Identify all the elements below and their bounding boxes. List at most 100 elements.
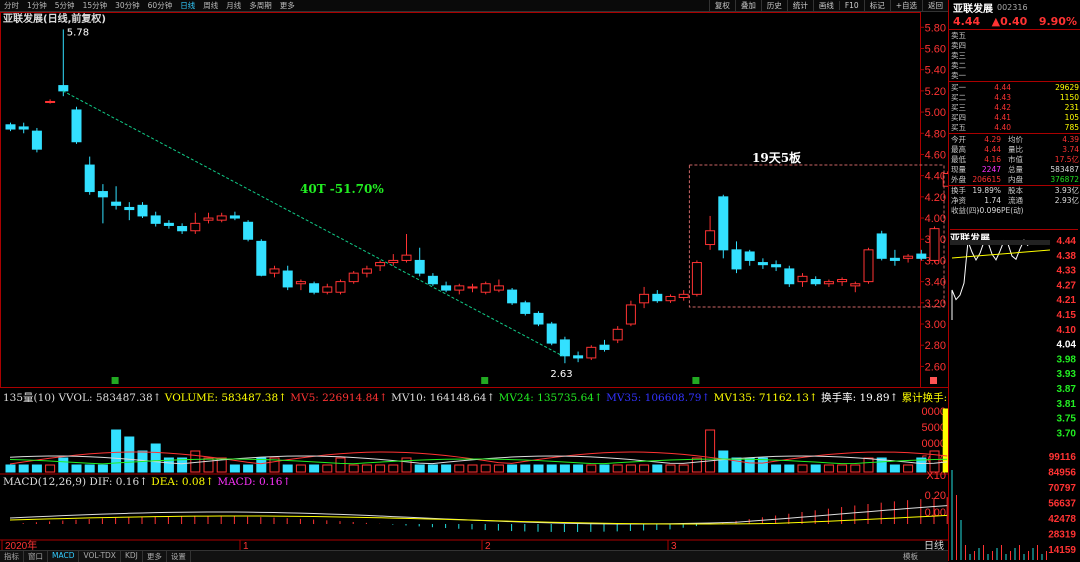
candle	[309, 283, 320, 293]
bid-price: 4.41	[994, 112, 1011, 122]
timeframe-tab[interactable]: 多周期	[245, 0, 276, 11]
mini-price-level: 4.04	[1057, 340, 1077, 351]
candle	[269, 268, 280, 274]
fund-value: 19.89%	[972, 186, 1001, 196]
candle	[507, 289, 518, 304]
volume-bar	[520, 464, 531, 473]
volume-bar	[467, 464, 478, 473]
event-marker[interactable]	[692, 377, 700, 384]
timeframe-tabs: 分时 1分钟 5分钟 15分钟 30分钟 60分钟 日线 周线 月线 多周期 更多	[0, 0, 299, 11]
timeframe-tab[interactable]: 5分钟	[51, 0, 79, 11]
ask-label: 卖一	[951, 70, 966, 80]
stock-code: 002316	[997, 3, 1028, 12]
toolbar-button[interactable]: +自选	[889, 0, 922, 11]
volume-bar	[784, 464, 795, 473]
candle	[322, 286, 333, 293]
candle	[559, 339, 570, 357]
fund-label: 收益(四)	[951, 205, 980, 215]
volume-tick-label: 0000	[922, 406, 946, 418]
candle	[282, 270, 293, 288]
kline-chart[interactable]: 5.805.605.405.205.004.804.604.404.204.00…	[0, 12, 948, 550]
macd-legend: MACD(12,26,9) DIF: 0.16↑ DEA: 0.08↑ MACD…	[3, 476, 291, 488]
timeframe-tab[interactable]: 15分钟	[79, 0, 112, 11]
toolbar-button[interactable]: 统计	[786, 0, 813, 11]
mini-price-level: 3.98	[1057, 354, 1077, 365]
price-tick-label: 2.80	[925, 340, 946, 352]
mini-volume-level: 14159	[1048, 545, 1076, 556]
toolbar-button[interactable]: 历史	[760, 0, 787, 11]
candle	[375, 262, 386, 267]
bid-volume: 105	[1064, 112, 1079, 122]
toolbar-button[interactable]: 返回	[922, 0, 948, 11]
candle	[731, 249, 742, 270]
indicator-tab[interactable]: 设置	[167, 551, 191, 562]
timeframe-tab[interactable]: 月线	[222, 0, 245, 11]
volume-bar	[559, 464, 570, 473]
timeframe-tab[interactable]: 60分钟	[144, 0, 177, 11]
template-button[interactable]: 模板	[903, 551, 918, 562]
candle	[256, 240, 267, 276]
candle	[665, 295, 676, 302]
indicator-tab[interactable]: 窗口	[24, 551, 48, 562]
candle	[797, 275, 808, 283]
price-pane-border	[0, 12, 921, 388]
event-marker[interactable]	[481, 377, 489, 384]
candle	[863, 249, 874, 283]
bid-row: 买五 4.40 785	[949, 122, 1080, 132]
volume-bar	[823, 464, 834, 473]
candle	[916, 253, 927, 259]
timeframe-tab[interactable]: 分时	[0, 0, 23, 11]
volume-bar	[625, 464, 636, 473]
toolbar-button[interactable]: 画线	[812, 0, 839, 11]
toolbar-button[interactable]: F10	[838, 1, 864, 10]
candle	[58, 85, 69, 92]
event-marker[interactable]	[930, 377, 937, 384]
timeframe-tab[interactable]: 更多	[276, 0, 299, 11]
mini-volume-level: 99116	[1049, 452, 1077, 463]
bid-price: 4.42	[994, 102, 1011, 112]
toolbar-button[interactable]: 复权	[708, 0, 735, 11]
timeframe-tab[interactable]: 1分钟	[23, 0, 51, 11]
mini-price-level: 3.81	[1057, 399, 1077, 410]
candle	[427, 275, 438, 285]
timeframe-tab[interactable]: 30分钟	[111, 0, 144, 11]
candle	[889, 257, 900, 261]
indicator-tab[interactable]: MACD	[48, 551, 80, 562]
mini-price-level: 4.33	[1057, 266, 1077, 277]
bid-label: 买五	[951, 122, 966, 132]
candle	[137, 204, 148, 217]
volume-bar	[309, 464, 320, 473]
indicator-tab[interactable]: VOL-TDX	[79, 551, 121, 562]
candle	[705, 230, 716, 246]
stats-block: 今开 4.29 均价 4.39 最高 4.44 量比 3.74 最低 4.16 市值 17.5亿 现量 2…	[949, 134, 1080, 186]
month-label: 1	[243, 541, 249, 550]
volume-bar	[5, 464, 16, 473]
candle	[5, 124, 16, 130]
candle	[837, 279, 848, 283]
volume-bar	[863, 457, 874, 473]
low-label: 2.63	[550, 369, 572, 380]
indicator-tab[interactable]: 更多	[143, 551, 167, 562]
indicator-tab[interactable]: KDJ	[121, 551, 143, 562]
intraday-mini-chart[interactable]: 亚联发展 4.44 4.38 4.33 4.27 4.21 4.15 4.10 4.04 3.9…	[950, 229, 1078, 562]
candle	[111, 201, 122, 206]
volume-bar	[295, 464, 306, 473]
chart-title: 亚联发展(日线,前复权)	[3, 12, 106, 25]
indicator-tab[interactable]: 指标	[0, 551, 24, 562]
volume-bar	[639, 464, 650, 473]
event-marker[interactable]	[111, 377, 119, 384]
month-label: 3	[671, 541, 677, 550]
toolbar-button[interactable]: 标记	[863, 0, 890, 11]
timeframe-tab[interactable]: 日线	[176, 0, 199, 11]
bid-book: 买一 4.44 29629 买二 4.43 1150 买三 4.42 231 买四 4.41 105 买…	[949, 82, 1080, 134]
timeframe-tab[interactable]: 周线	[199, 0, 222, 11]
candle	[124, 206, 135, 211]
candle	[150, 215, 161, 224]
candle	[850, 283, 861, 287]
volume-bar	[586, 464, 597, 473]
volume-bar	[124, 436, 135, 473]
candle	[295, 281, 306, 285]
fundamental-row: 收益(四) -0.096 PE(动)	[949, 206, 1080, 216]
toolbar-button[interactable]: 叠加	[734, 0, 761, 11]
fund-value: 2.93亿	[1054, 196, 1079, 206]
